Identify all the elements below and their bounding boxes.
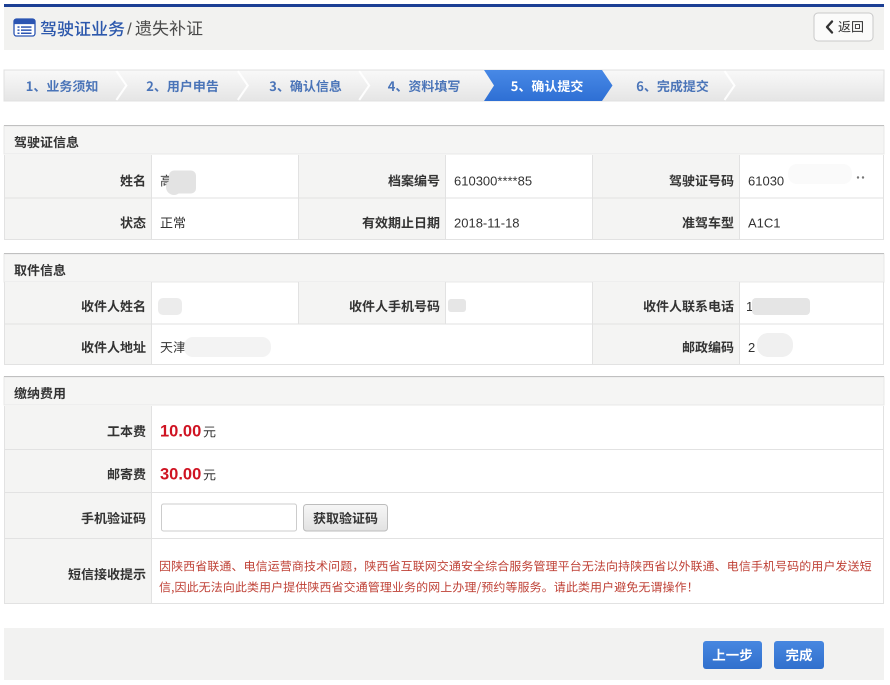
svg-text:10.00: 10.00 bbox=[160, 423, 201, 441]
svg-text:30.00: 30.00 bbox=[160, 466, 201, 484]
svg-text:A1C1: A1C1 bbox=[748, 216, 781, 231]
svg-text:61030: 61030 bbox=[748, 174, 784, 189]
svg-text:2: 2 bbox=[748, 340, 755, 355]
svg-text:2018-11-18: 2018-11-18 bbox=[454, 216, 520, 231]
svg-text:/: / bbox=[127, 20, 132, 39]
svg-text:610300****85: 610300****85 bbox=[454, 174, 532, 189]
